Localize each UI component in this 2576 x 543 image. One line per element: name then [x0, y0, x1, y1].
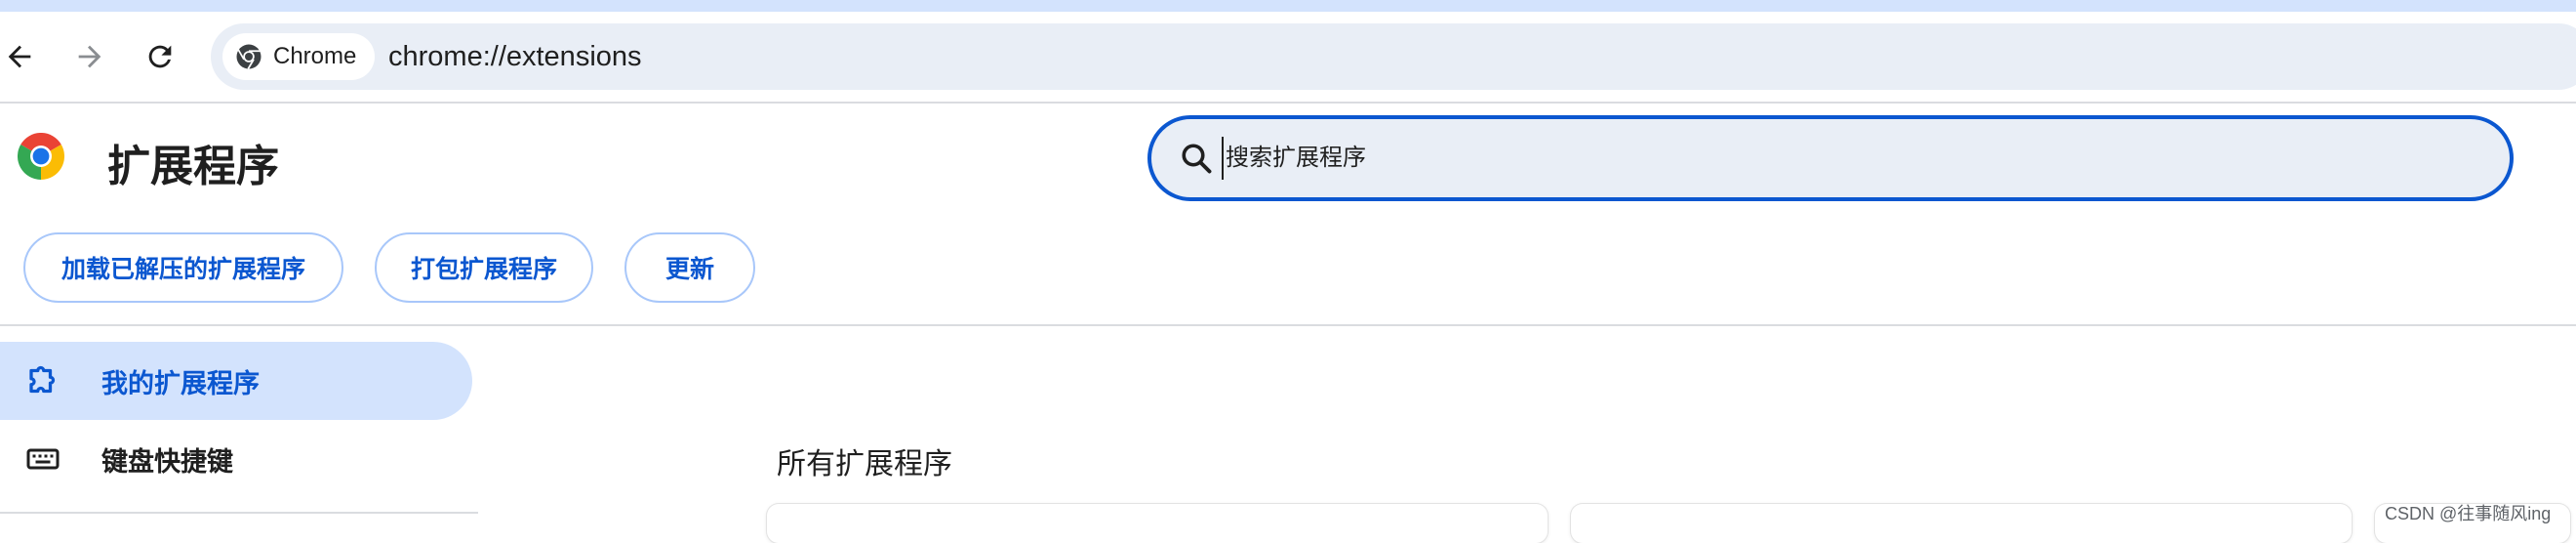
back-button[interactable]	[0, 33, 43, 80]
extension-card[interactable]	[767, 504, 1548, 543]
arrow-right-icon	[78, 45, 101, 68]
chrome-icon	[236, 44, 262, 69]
sidebar-divider	[0, 512, 478, 514]
forward-button[interactable]	[66, 33, 113, 80]
section-divider	[0, 324, 2576, 326]
page-title: 扩展程序	[107, 143, 279, 190]
reload-icon	[148, 45, 172, 68]
extension-card[interactable]	[1571, 504, 2352, 543]
toolbar-divider	[0, 102, 2576, 104]
pack-extension-button[interactable]: 打包扩展程序	[375, 232, 593, 303]
sidebar-item-keyboard-shortcuts[interactable]: 键盘快捷键	[0, 420, 472, 498]
sidebar-item-my-extensions[interactable]: 我的扩展程序	[0, 342, 472, 420]
url-text[interactable]: chrome://extensions	[388, 41, 642, 73]
keyboard-icon	[26, 448, 60, 470]
chrome-logo-icon	[18, 133, 64, 180]
puzzle-icon	[29, 365, 56, 394]
browser-toolbar: Chrome chrome://extensions	[0, 12, 2576, 102]
address-bar[interactable]: Chrome chrome://extensions	[211, 23, 2576, 90]
search-input[interactable]	[1222, 137, 2393, 180]
sidebar-item-label: 我的扩展程序	[101, 368, 260, 398]
load-unpacked-button[interactable]: 加载已解压的扩展程序	[23, 232, 343, 303]
sidebar-item-label: 键盘快捷键	[101, 446, 233, 477]
site-chip[interactable]: Chrome	[222, 33, 375, 80]
update-button[interactable]: 更新	[624, 232, 755, 303]
action-bar: 加载已解压的扩展程序 打包扩展程序 更新	[23, 232, 755, 303]
site-chip-label: Chrome	[273, 43, 357, 69]
tab-strip	[0, 0, 2576, 12]
reload-button[interactable]	[137, 33, 183, 80]
search-icon	[1182, 144, 1212, 174]
watermark: CSDN @往事随风ing	[2385, 504, 2552, 523]
search-box[interactable]	[1147, 115, 2514, 201]
arrow-left-icon	[8, 45, 31, 68]
section-title: 所有扩展程序	[777, 448, 952, 480]
